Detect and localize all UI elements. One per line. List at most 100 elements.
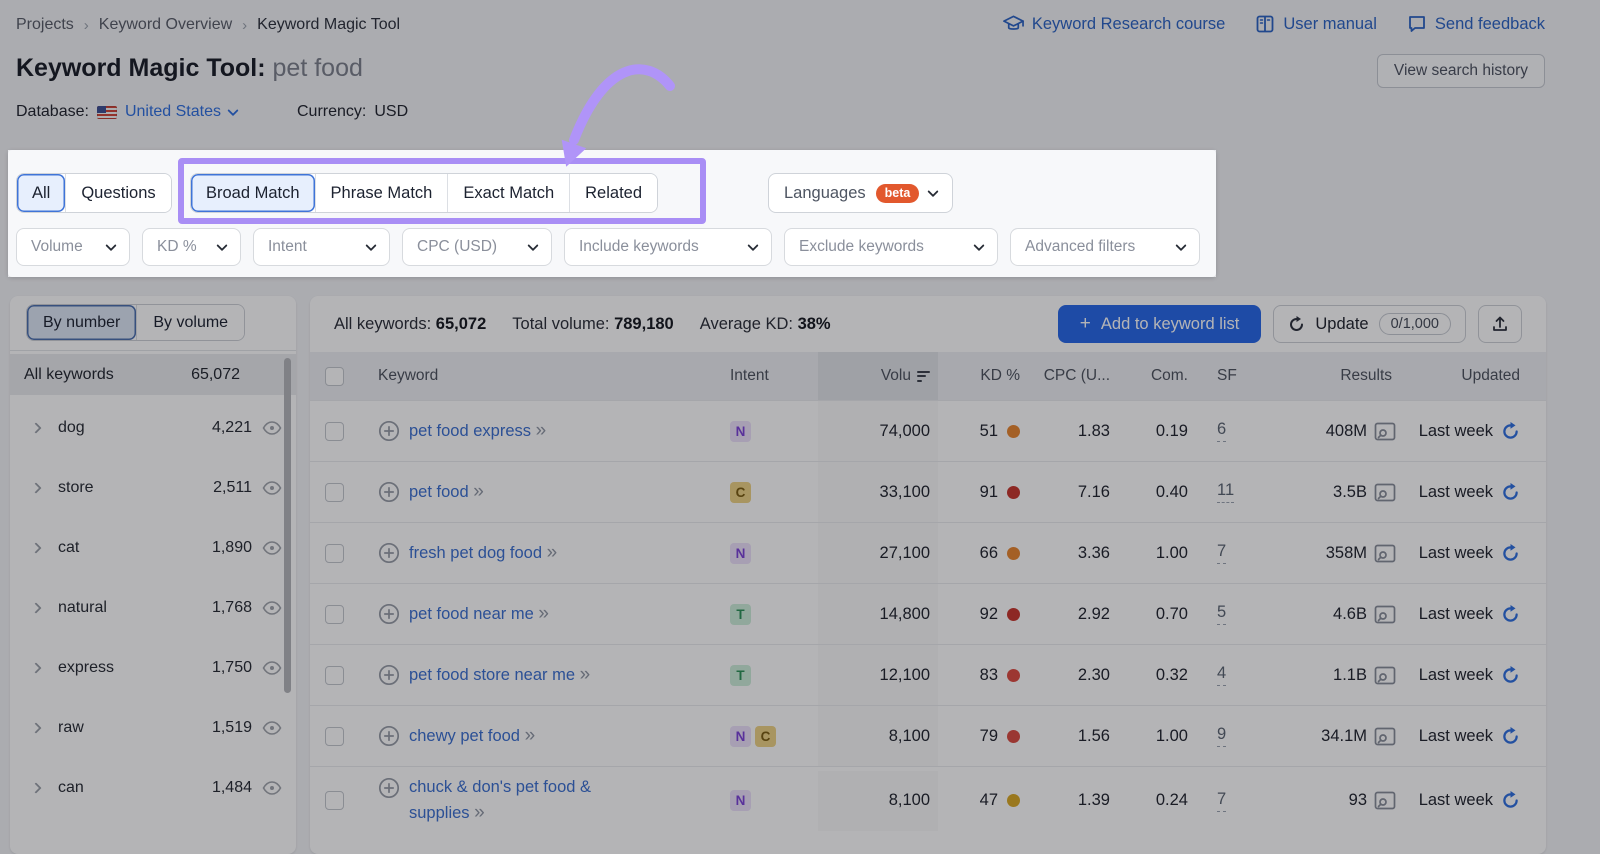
- col-results[interactable]: Results: [1256, 352, 1396, 400]
- sidebar-group-store[interactable]: store 2,511: [10, 458, 296, 518]
- add-keyword-icon[interactable]: [378, 664, 400, 686]
- filter-dropdown-include-keywords[interactable]: Include keywords: [564, 228, 772, 266]
- tab-questions[interactable]: Questions: [65, 174, 171, 212]
- tab-all[interactable]: All: [17, 174, 66, 212]
- eye-icon[interactable]: [262, 481, 282, 495]
- row-checkbox[interactable]: [324, 604, 344, 624]
- col-cpc[interactable]: CPC (U...: [1028, 352, 1122, 400]
- row-checkbox[interactable]: [324, 482, 344, 502]
- sidebar-group-raw[interactable]: raw 1,519: [10, 698, 296, 758]
- serp-icon[interactable]: [1374, 544, 1396, 563]
- refresh-icon[interactable]: [1501, 726, 1520, 746]
- add-keyword-icon[interactable]: [378, 481, 400, 503]
- tab-phrase-match[interactable]: Phrase Match: [314, 174, 448, 212]
- sidebar-toggle-by-number[interactable]: By number: [27, 305, 137, 340]
- sidebar-item-all-keywords[interactable]: All keywords 65,072: [10, 354, 296, 395]
- expand-keyword-icon[interactable]: »: [538, 603, 549, 624]
- sf-link[interactable]: 4: [1217, 664, 1227, 686]
- sidebar-group-cat[interactable]: cat 1,890: [10, 518, 296, 578]
- select-all-checkbox[interactable]: [324, 366, 344, 386]
- filter-dropdown-exclude-keywords[interactable]: Exclude keywords: [784, 228, 998, 266]
- expand-keyword-icon[interactable]: »: [536, 420, 547, 441]
- sidebar-scrollbar[interactable]: [284, 358, 291, 693]
- refresh-icon[interactable]: [1501, 543, 1520, 563]
- sidebar-group-express[interactable]: express 1,750: [10, 638, 296, 698]
- update-button[interactable]: Update 0/1,000: [1273, 305, 1466, 343]
- keyword-link[interactable]: pet food near me »: [409, 601, 549, 627]
- serp-icon[interactable]: [1374, 791, 1396, 810]
- keyword-link[interactable]: pet food express »: [409, 418, 547, 444]
- col-updated[interactable]: Updated: [1396, 352, 1546, 400]
- add-to-keyword-list-button[interactable]: + Add to keyword list: [1057, 305, 1262, 343]
- refresh-icon[interactable]: [1501, 421, 1520, 441]
- sidebar-group-can[interactable]: can 1,484: [10, 758, 296, 818]
- expand-keyword-icon[interactable]: »: [473, 481, 484, 502]
- sf-link[interactable]: 7: [1217, 542, 1227, 564]
- breadcrumb-item[interactable]: Projects: [16, 16, 74, 34]
- filter-dropdown-cpc-usd-[interactable]: CPC (USD): [402, 228, 552, 266]
- serp-icon[interactable]: [1374, 727, 1396, 746]
- serp-icon[interactable]: [1374, 422, 1396, 441]
- sidebar-toggle-by-volume[interactable]: By volume: [136, 305, 245, 340]
- row-checkbox[interactable]: [324, 726, 344, 746]
- col-kd[interactable]: KD %: [938, 352, 1028, 400]
- row-checkbox[interactable]: [324, 543, 344, 563]
- breadcrumb-item[interactable]: Keyword Overview: [99, 16, 232, 34]
- tab-broad-match[interactable]: Broad Match: [191, 174, 315, 212]
- eye-icon[interactable]: [262, 661, 282, 675]
- add-keyword-icon[interactable]: [378, 603, 400, 625]
- serp-icon[interactable]: [1374, 605, 1396, 624]
- tab-related[interactable]: Related: [569, 174, 658, 212]
- add-keyword-icon[interactable]: [378, 777, 400, 799]
- header-link[interactable]: Send feedback: [1407, 14, 1545, 34]
- sf-link[interactable]: 11: [1217, 481, 1235, 503]
- eye-icon[interactable]: [262, 421, 282, 435]
- filter-dropdown-intent[interactable]: Intent: [253, 228, 390, 266]
- sidebar-group-dog[interactable]: dog 4,221: [10, 398, 296, 458]
- view-search-history-button[interactable]: View search history: [1376, 54, 1545, 88]
- expand-keyword-icon[interactable]: »: [580, 664, 591, 685]
- eye-icon[interactable]: [262, 781, 282, 795]
- eye-icon[interactable]: [262, 601, 282, 615]
- refresh-icon[interactable]: [1501, 482, 1520, 502]
- keyword-link[interactable]: fresh pet dog food »: [409, 540, 558, 566]
- col-intent[interactable]: Intent: [728, 352, 818, 400]
- row-checkbox[interactable]: [324, 665, 344, 685]
- eye-icon[interactable]: [262, 541, 282, 555]
- serp-icon[interactable]: [1374, 483, 1396, 502]
- keyword-link[interactable]: chewy pet food »: [409, 723, 536, 749]
- filter-dropdown-kd-[interactable]: KD %: [142, 228, 241, 266]
- sf-link[interactable]: 7: [1217, 790, 1227, 812]
- col-com[interactable]: Com.: [1122, 352, 1200, 400]
- col-keyword[interactable]: Keyword: [358, 352, 728, 400]
- refresh-icon[interactable]: [1501, 791, 1520, 810]
- expand-keyword-icon[interactable]: »: [547, 542, 558, 563]
- breadcrumb-item[interactable]: Keyword Magic Tool: [257, 16, 400, 34]
- sf-link[interactable]: 6: [1217, 420, 1227, 442]
- header-link[interactable]: Keyword Research course: [1002, 14, 1225, 34]
- add-keyword-icon[interactable]: [378, 420, 400, 442]
- sidebar-group-natural[interactable]: natural 1,768: [10, 578, 296, 638]
- languages-dropdown[interactable]: Languages beta: [768, 173, 954, 213]
- tab-exact-match[interactable]: Exact Match: [447, 174, 570, 212]
- database-selector[interactable]: United States: [96, 103, 239, 121]
- serp-icon[interactable]: [1374, 666, 1396, 685]
- add-keyword-icon[interactable]: [378, 725, 400, 747]
- export-button[interactable]: [1478, 305, 1522, 343]
- header-link[interactable]: User manual: [1255, 14, 1377, 34]
- row-checkbox[interactable]: [324, 791, 344, 810]
- refresh-icon[interactable]: [1501, 604, 1520, 624]
- sf-link[interactable]: 5: [1217, 603, 1227, 625]
- refresh-icon[interactable]: [1501, 665, 1520, 685]
- row-checkbox[interactable]: [324, 421, 344, 441]
- eye-icon[interactable]: [262, 721, 282, 735]
- col-sf[interactable]: SF: [1200, 352, 1256, 400]
- filter-dropdown-volume[interactable]: Volume: [16, 228, 130, 266]
- expand-keyword-icon[interactable]: »: [525, 725, 536, 746]
- filter-dropdown-advanced-filters[interactable]: Advanced filters: [1010, 228, 1200, 266]
- expand-keyword-icon[interactable]: »: [474, 802, 485, 823]
- keyword-link[interactable]: chuck & don's pet food & supplies »: [409, 775, 644, 826]
- col-volume[interactable]: Volu: [818, 352, 938, 400]
- sf-link[interactable]: 9: [1217, 725, 1227, 747]
- add-keyword-icon[interactable]: [378, 542, 400, 564]
